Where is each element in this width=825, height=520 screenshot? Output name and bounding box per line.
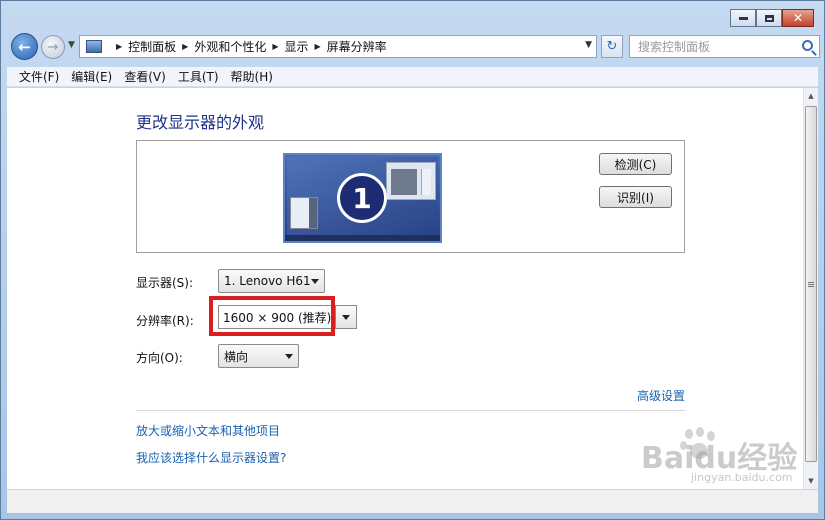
- identify-button[interactable]: 识别(I): [599, 186, 672, 208]
- forward-button[interactable]: →: [41, 35, 65, 59]
- breadcrumb-separator-icon[interactable]: ▶: [272, 42, 278, 51]
- menu-view[interactable]: 查看(V): [118, 68, 172, 85]
- scroll-up-icon[interactable]: ▲: [804, 88, 818, 104]
- orientation-label: 方向(O):: [136, 351, 183, 365]
- search-box[interactable]: [629, 35, 820, 58]
- menu-help[interactable]: 帮助(H): [225, 68, 279, 85]
- address-history-dropdown[interactable]: ▼: [585, 40, 592, 50]
- recent-pages-button[interactable]: ▼: [68, 40, 75, 50]
- arrow-left-icon: ←: [18, 37, 31, 56]
- caption-buttons: ✕: [730, 9, 814, 27]
- minimize-icon: [738, 16, 748, 20]
- breadcrumb-separator-icon[interactable]: ▶: [315, 42, 321, 51]
- resolution-label: 分辨率(R):: [136, 314, 194, 328]
- menu-file[interactable]: 文件(F): [13, 68, 65, 85]
- orientation-select[interactable]: 横向: [218, 344, 299, 368]
- advanced-settings-link[interactable]: 高级设置: [637, 387, 685, 404]
- chevron-down-icon: ▼: [68, 40, 75, 50]
- preview-window-icon: [386, 162, 436, 200]
- scroll-down-icon[interactable]: ▼: [804, 473, 818, 489]
- breadcrumb-screen-resolution[interactable]: 屏幕分辨率: [327, 38, 387, 55]
- preview-window-pane: [391, 169, 417, 195]
- resolution-dropdown-button[interactable]: [335, 305, 357, 329]
- minimize-button[interactable]: [730, 9, 756, 27]
- preview-window-side: [421, 169, 431, 195]
- monitor-number-badge: 1: [337, 173, 387, 223]
- search-input[interactable]: [630, 36, 790, 57]
- search-icon[interactable]: [802, 40, 813, 51]
- resolution-highlight-box: [209, 296, 335, 336]
- control-panel-icon: [86, 40, 102, 53]
- breadcrumb-display[interactable]: 显示: [285, 38, 309, 55]
- section-divider: [136, 410, 685, 411]
- display-select[interactable]: 1. Lenovo H61: [218, 269, 325, 293]
- navigation-bar: ← → ▼ ▶ 控制面板 ▶ 外观和个性化 ▶ 显示 ▶ 屏幕分辨率 ▼ ↻: [7, 33, 820, 61]
- preview-taskbar: [285, 235, 440, 241]
- arrow-right-icon: →: [47, 39, 59, 55]
- preview-window-icon: [290, 197, 318, 229]
- display-label: 显示器(S):: [136, 276, 194, 290]
- close-button[interactable]: ✕: [782, 9, 814, 27]
- status-bar: [7, 489, 818, 513]
- vertical-scrollbar[interactable]: ▲ ▼: [803, 88, 818, 489]
- refresh-icon: ↻: [606, 39, 618, 54]
- close-icon: ✕: [792, 11, 804, 25]
- breadcrumb-separator-icon[interactable]: ▶: [116, 42, 122, 51]
- page-title: 更改显示器的外观: [136, 113, 265, 132]
- back-button[interactable]: ←: [11, 33, 38, 60]
- menu-tools[interactable]: 工具(T): [172, 68, 225, 85]
- chevron-down-icon: [311, 279, 319, 284]
- maximize-button[interactable]: [756, 9, 782, 27]
- watermark-site: jingyan.baidu.com: [691, 471, 793, 484]
- address-bar[interactable]: ▶ 控制面板 ▶ 外观和个性化 ▶ 显示 ▶ 屏幕分辨率 ▼: [79, 35, 597, 58]
- text-size-link[interactable]: 放大或缩小文本和其他项目: [136, 422, 280, 439]
- breadcrumb-appearance[interactable]: 外观和个性化: [194, 38, 266, 55]
- display-preview-panel: 1 检测(C) 识别(I): [136, 140, 685, 253]
- breadcrumb-control-panel[interactable]: 控制面板: [128, 38, 176, 55]
- preview-window-strip: [309, 198, 317, 228]
- orientation-select-value: 横向: [224, 349, 249, 364]
- control-panel-window: ✕ ← → ▼ ▶ 控制面板 ▶ 外观和个性化 ▶ 显示 ▶ 屏幕分辨率 ▼ ↻…: [0, 0, 825, 520]
- display-select-value: 1. Lenovo H61: [224, 274, 311, 288]
- which-settings-link[interactable]: 我应该选择什么显示器设置?: [136, 449, 286, 466]
- maximize-icon: [764, 14, 774, 22]
- scrollbar-thumb[interactable]: [805, 106, 817, 462]
- chevron-down-icon: [342, 315, 350, 320]
- monitor-1-thumbnail[interactable]: 1: [283, 153, 442, 243]
- breadcrumb-separator-icon[interactable]: ▶: [182, 42, 188, 51]
- menu-edit[interactable]: 编辑(E): [65, 68, 118, 85]
- menu-bar: 文件(F) 编辑(E) 查看(V) 工具(T) 帮助(H): [7, 67, 818, 87]
- detect-button[interactable]: 检测(C): [599, 153, 672, 175]
- chevron-down-icon: [285, 354, 293, 359]
- grip-icon: [808, 281, 814, 287]
- refresh-button[interactable]: ↻: [601, 35, 623, 58]
